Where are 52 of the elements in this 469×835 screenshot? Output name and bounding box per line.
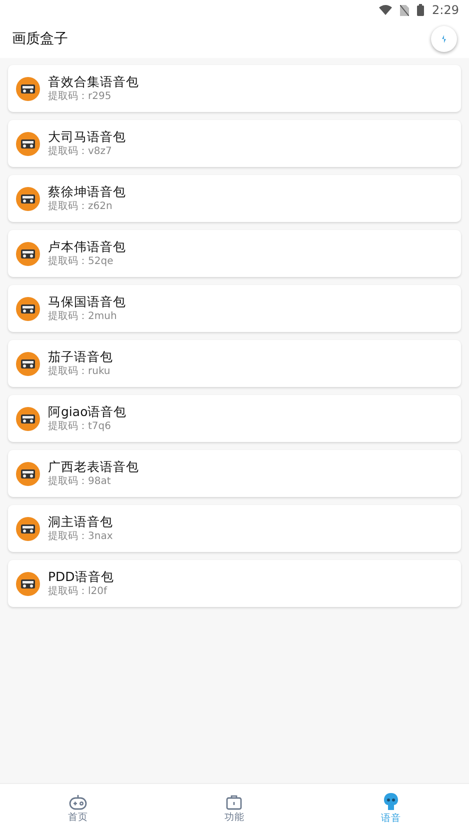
pack-name: 洞主语音包 xyxy=(48,514,113,530)
voice-pack-card[interactable]: 洞主语音包 提取码：3nax xyxy=(8,505,461,552)
pack-name: 马保国语音包 xyxy=(48,294,126,310)
voice-pack-card[interactable]: 蔡徐坤语音包 提取码：z62n xyxy=(8,175,461,222)
extraction-code: 提取码：98at xyxy=(48,475,112,488)
pack-name: 大司马语音包 xyxy=(48,128,126,146)
app-title: 画质盒子 xyxy=(12,30,68,48)
radio-icon xyxy=(16,132,40,156)
extraction-code: 提取码：2muh xyxy=(48,310,118,324)
robot-icon xyxy=(382,792,399,811)
radio-icon xyxy=(16,406,40,430)
voice-pack-card[interactable]: 卢本伟语音包 提取码：52qe xyxy=(8,230,461,277)
extraction-code: 提取码：3nax xyxy=(48,530,113,544)
radio-icon xyxy=(16,186,40,210)
nav-tab[interactable]: 首页 xyxy=(0,784,156,835)
voice-pack-card[interactable]: 广西老表语音包 提取码：98at xyxy=(8,450,461,497)
extraction-code: 提取码：z62n xyxy=(48,200,114,214)
battery-icon xyxy=(417,4,424,16)
no-sim-icon xyxy=(400,4,410,16)
radio-icon xyxy=(16,76,40,100)
pack-name: 卢本伟语音包 xyxy=(48,238,126,256)
floating-button[interactable] xyxy=(431,26,457,52)
extraction-code: 提取码：v8z7 xyxy=(48,145,113,158)
radio-icon xyxy=(16,296,40,320)
radio-icon xyxy=(16,516,40,540)
pack-name: 音效合集语音包 xyxy=(48,74,139,90)
extraction-code: 提取码：t7q6 xyxy=(48,420,112,434)
voice-pack-card[interactable]: 马保国语音包 提取码：2muh xyxy=(8,285,461,332)
wifi-icon xyxy=(379,5,392,15)
extraction-code: 提取码：r295 xyxy=(48,90,112,104)
pack-name: 蔡徐坤语音包 xyxy=(48,184,126,200)
radio-icon xyxy=(16,572,40,596)
gamepad-icon xyxy=(69,794,88,810)
voice-pack-card[interactable]: 阿giao语音包 提取码：t7q6 xyxy=(8,395,461,442)
extraction-code: 提取码：52qe xyxy=(48,255,114,268)
extraction-code: 提取码：l20f xyxy=(48,585,108,598)
radio-icon xyxy=(16,462,40,486)
status-time: 2:29 xyxy=(432,2,459,19)
nav-tab[interactable]: 功能 xyxy=(156,784,313,835)
pack-name: 广西老表语音包 xyxy=(48,458,139,476)
radio-icon xyxy=(16,242,40,266)
radio-icon xyxy=(16,352,40,376)
pack-name: PDD语音包 xyxy=(48,568,114,586)
pack-name: 阿giao语音包 xyxy=(48,404,127,420)
voice-pack-card[interactable]: 音效合集语音包 提取码：r295 xyxy=(8,65,461,112)
voice-pack-card[interactable]: 茄子语音包 提取码：ruku xyxy=(8,340,461,387)
voice-pack-card[interactable]: PDD语音包 提取码：l20f xyxy=(8,560,461,607)
extraction-code: 提取码：ruku xyxy=(48,365,112,378)
voice-pack-card[interactable]: 大司马语音包 提取码：v8z7 xyxy=(8,120,461,167)
pack-name: 茄子语音包 xyxy=(48,348,113,366)
toolbox-icon xyxy=(226,794,242,810)
bolt-icon xyxy=(439,34,449,44)
